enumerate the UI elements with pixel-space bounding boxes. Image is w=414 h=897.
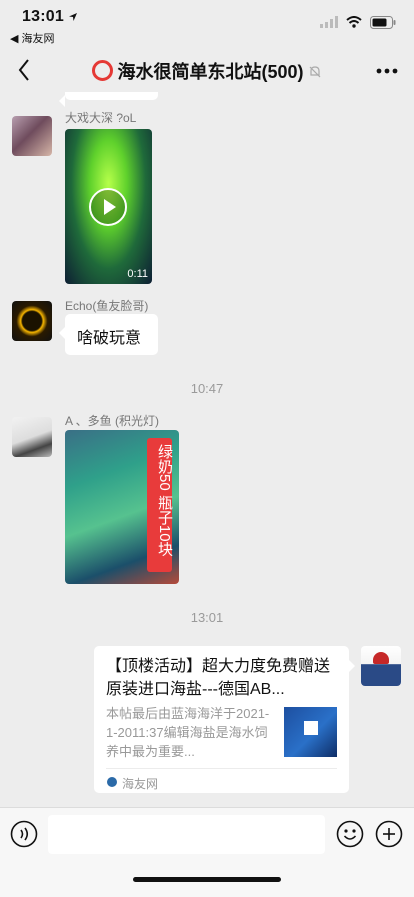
more-options-icon[interactable] — [376, 68, 398, 74]
link-card-source: 海友网 — [122, 777, 159, 791]
sender-name: Echo(鱼友脸哥) — [65, 299, 149, 313]
mute-bell-icon — [309, 66, 320, 78]
timestamp: 10:47 — [190, 381, 224, 396]
link-card-title: 【顶楼活动】超大力度免费赠送原装进口海盐---德国AB... — [106, 658, 331, 698]
video-duration: 0:11 — [127, 268, 148, 280]
link-card[interactable]: 【顶楼活动】超大力度免费赠送原装进口海盐---德国AB... 本帖最后由蓝海海洋… — [94, 646, 355, 793]
voice-input-icon[interactable] — [10, 820, 38, 848]
image-message[interactable]: 绿奶50 瓶子10块 — [65, 430, 179, 584]
emoji-icon[interactable] — [336, 820, 364, 848]
avatar[interactable] — [12, 116, 52, 156]
status-time: 13:01 — [22, 8, 64, 25]
avatar[interactable] — [12, 301, 52, 341]
battery-icon — [370, 15, 396, 29]
back-to-app-link[interactable]: ◀ 海友网 — [10, 30, 55, 46]
input-bar — [0, 807, 414, 897]
cellular-signal-icon — [320, 16, 338, 28]
video-message[interactable]: 0:11 — [65, 129, 152, 284]
plus-icon[interactable] — [375, 820, 403, 848]
avatar-hat — [373, 652, 389, 664]
message-bubble[interactable]: 啥破玩意 — [59, 314, 158, 355]
previous-message-bubble[interactable] — [59, 92, 158, 107]
sender-name: A 、多鱼 (积光灯) — [65, 414, 160, 428]
red-circle-icon — [92, 60, 114, 81]
image-overlay-text: 绿奶50 瓶子10块 — [156, 444, 173, 557]
play-icon[interactable] — [88, 187, 128, 227]
avatar[interactable] — [12, 417, 52, 457]
qr-code-icon — [304, 721, 318, 735]
link-card-thumbnail — [284, 707, 337, 757]
chat-header: 海水很简单东北站(500) — [0, 48, 414, 92]
home-indicator — [133, 877, 281, 882]
group-title: 海水很简单东北站(500) — [0, 58, 414, 84]
timestamp: 13:01 — [190, 610, 224, 625]
link-card-description: 本帖最后由蓝海海洋于2021-1-2011:37编辑海盐是海水饲养中最为重要..… — [106, 706, 270, 759]
my-avatar[interactable] — [361, 646, 401, 686]
message-input[interactable] — [48, 815, 325, 854]
source-logo-icon — [107, 777, 117, 787]
message-text: 啥破玩意 — [77, 330, 142, 347]
divider — [106, 768, 337, 769]
status-bar: 13:01 ◀ 海友网 — [0, 0, 414, 48]
location-arrow-icon — [69, 13, 77, 21]
wifi-icon — [346, 16, 362, 28]
chat-area[interactable]: 大戏大深 ?oL 0:11 Echo(鱼友脸哥) 啥破玩意 10:47 A 、多… — [0, 92, 414, 807]
sender-name: 大戏大深 ?oL — [65, 111, 137, 125]
